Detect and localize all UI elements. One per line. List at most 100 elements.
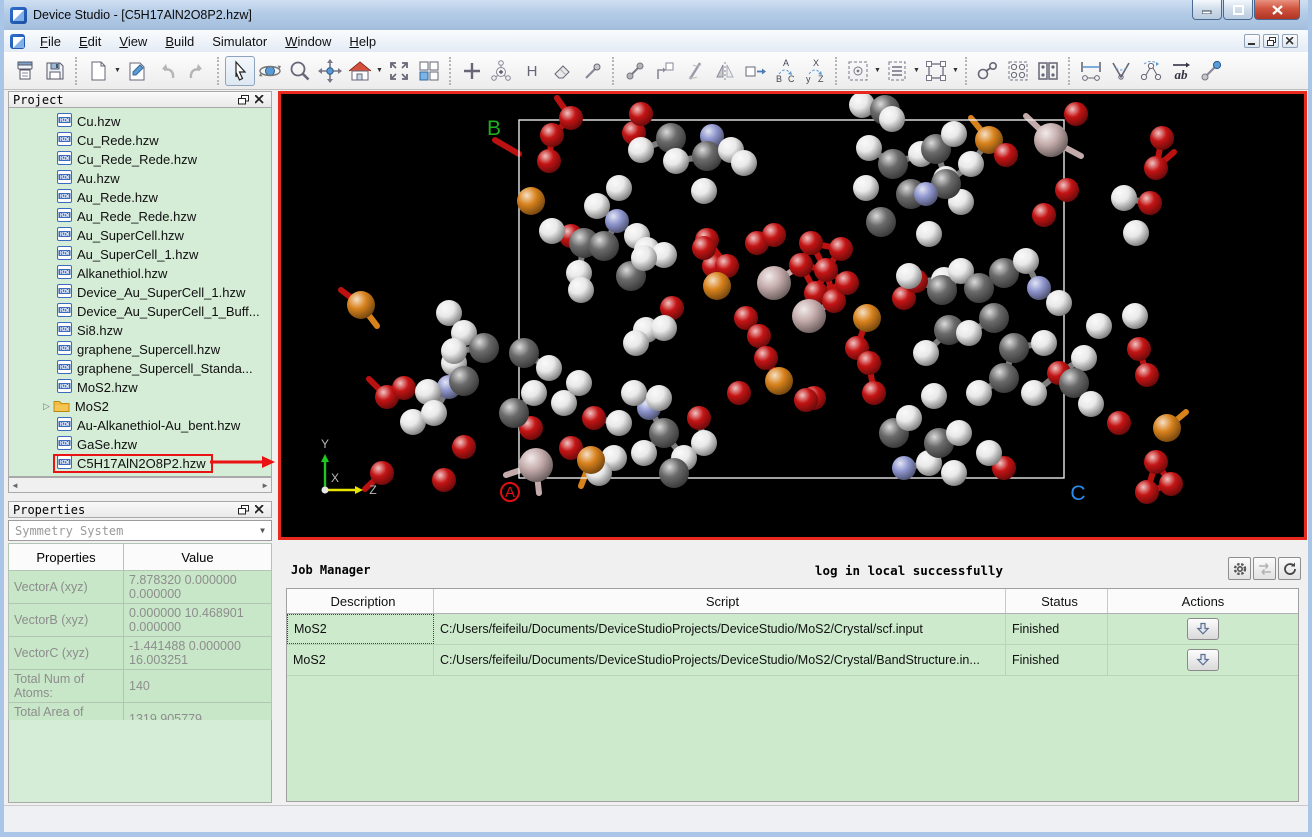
select-atoms-dropdown-icon[interactable]: ▼: [873, 56, 882, 86]
login-status-message: log in local successfully: [814, 563, 1004, 578]
measure-dihedral-icon[interactable]: [1136, 56, 1166, 86]
select-layers-icon[interactable]: [882, 56, 912, 86]
tree-item-au-rede-hzw[interactable]: HZW Au_Rede.hzw: [9, 188, 271, 207]
clean-geometry-icon[interactable]: [680, 56, 710, 86]
swap-axes-xyz-icon[interactable]: yZX: [800, 56, 830, 86]
tree-item-alkanethiol-hzw[interactable]: HZW Alkanethiol.hzw: [9, 264, 271, 283]
swap-lattice-abc-icon[interactable]: BCA: [770, 56, 800, 86]
home-dropdown-icon[interactable]: ▼: [375, 56, 384, 86]
tree-item-au-rede-rede-hzw[interactable]: HZW Au_Rede_Rede.hzw: [9, 207, 271, 226]
add-hydrogen-icon[interactable]: H: [517, 56, 547, 86]
build-supercell-icon[interactable]: [1003, 56, 1033, 86]
atom-H: [946, 420, 972, 446]
tree-item-mos2[interactable]: ▷ MoS2: [9, 397, 271, 416]
pan-view-icon[interactable]: [315, 56, 345, 86]
zoom-view-icon[interactable]: [285, 56, 315, 86]
add-fragment-icon[interactable]: [487, 56, 517, 86]
menu-view[interactable]: View: [110, 32, 156, 51]
download-button[interactable]: [1187, 649, 1219, 671]
minimize-button[interactable]: [1192, 0, 1222, 20]
move-cell-icon[interactable]: [740, 56, 770, 86]
tree-item-au-alkanethiol-au-bent-hzw[interactable]: HZW Au-Alkanethiol-Au_bent.hzw: [9, 416, 271, 435]
menu-window[interactable]: Window: [276, 32, 340, 51]
new-file-dropdown-icon[interactable]: ▼: [113, 56, 122, 86]
build-crystal-icon[interactable]: [1033, 56, 1063, 86]
build-bonds-icon[interactable]: [973, 56, 1003, 86]
measure-angle-icon[interactable]: [1106, 56, 1136, 86]
symmetry-system-select[interactable]: Symmetry System ▼: [8, 520, 272, 541]
scroll-right-icon[interactable]: ►: [261, 481, 269, 490]
select-atoms-icon[interactable]: [843, 56, 873, 86]
tree-item-si8-hzw[interactable]: HZW Si8.hzw: [9, 321, 271, 340]
measure-distance-icon[interactable]: [1076, 56, 1106, 86]
job-refresh-button[interactable]: [1278, 557, 1301, 580]
save-icon[interactable]: [40, 56, 70, 86]
tree-item-gase-hzw[interactable]: HZW GaSe.hzw: [9, 435, 271, 454]
eraser-icon[interactable]: [547, 56, 577, 86]
mdi-restore-button[interactable]: [1263, 34, 1279, 48]
structure-viewport[interactable]: B C A Y Z X: [278, 91, 1307, 540]
select-cursor-icon[interactable]: [225, 55, 255, 86]
tree-item-graphene-supercell-standa-[interactable]: HZW graphene_Supercell_Standa...: [9, 359, 271, 378]
tree-item-au-supercell-1-hzw[interactable]: HZW Au_SuperCell_1.hzw: [9, 245, 271, 264]
project-tree[interactable]: HZW Cu.hzw HZW Cu_Rede.hzw HZW Cu_Rede_Rede.h…: [8, 108, 272, 477]
tree-item-mos2-hzw[interactable]: HZW MoS2.hzw: [9, 378, 271, 397]
tree-item-cu-rede-rede-hzw[interactable]: HZW Cu_Rede_Rede.hzw: [9, 150, 271, 169]
float-panel-icon[interactable]: [235, 93, 251, 107]
menu-build[interactable]: Build: [156, 32, 203, 51]
menu-edit[interactable]: Edit: [70, 32, 110, 51]
bond-tool-icon[interactable]: [577, 56, 607, 86]
printer-icon[interactable]: [10, 56, 40, 86]
close-panel-icon[interactable]: [251, 503, 267, 517]
float-panel-icon[interactable]: [235, 503, 251, 517]
undo-icon[interactable]: [152, 56, 182, 86]
fit-view-icon[interactable]: [384, 56, 414, 86]
add-atom-icon[interactable]: [457, 56, 487, 86]
property-row[interactable]: VectorC (xyz) -1.441488 0.000000 16.00325…: [8, 636, 272, 670]
menu-help[interactable]: Help: [340, 32, 385, 51]
redo-icon[interactable]: [182, 56, 212, 86]
home-view-icon[interactable]: [345, 56, 375, 86]
download-button[interactable]: [1187, 618, 1219, 640]
job-settings-button[interactable]: [1228, 557, 1251, 580]
tree-item-au-supercell-hzw[interactable]: HZW Au_SuperCell.hzw: [9, 226, 271, 245]
new-file-icon[interactable]: [83, 56, 113, 86]
job-row[interactable]: MoS2 C:/Users/feifeilu/Documents/DeviceSt…: [287, 614, 1298, 645]
bond-stick-icon[interactable]: [620, 56, 650, 86]
select-cell-dropdown-icon[interactable]: ▼: [951, 56, 960, 86]
scroll-left-icon[interactable]: ◄: [11, 481, 19, 490]
menu-simulator[interactable]: Simulator: [203, 32, 276, 51]
property-row[interactable]: VectorA (xyz) 7.878320 0.000000 0.000000: [8, 570, 272, 604]
export-icon[interactable]: [122, 56, 152, 86]
tree-item-au-hzw[interactable]: HZW Au.hzw: [9, 169, 271, 188]
bond-length-icon[interactable]: [1196, 56, 1226, 86]
attach-square-icon[interactable]: [650, 56, 680, 86]
menu-file[interactable]: File: [31, 32, 70, 51]
tree-item-graphene-supercell-hzw[interactable]: HZW graphene_Supercell.hzw: [9, 340, 271, 359]
tree-item-cu-hzw[interactable]: HZW Cu.hzw: [9, 112, 271, 131]
rotate-view-icon[interactable]: [255, 56, 285, 86]
tree-item-device-au-supercell-1-hzw[interactable]: HZW Device_Au_SuperCell_1.hzw: [9, 283, 271, 302]
atom-O: [370, 461, 394, 485]
mdi-minimize-button[interactable]: [1244, 34, 1260, 48]
job-row[interactable]: MoS2 C:/Users/feifeilu/Documents/DeviceSt…: [287, 645, 1298, 676]
mdi-close-button[interactable]: [1282, 34, 1298, 48]
expand-arrow-icon[interactable]: ▷: [43, 401, 50, 412]
close-button[interactable]: [1254, 0, 1300, 20]
tree-item-device-au-supercell-1-buff-[interactable]: HZW Device_Au_SuperCell_1_Buff...: [9, 302, 271, 321]
tile-windows-icon[interactable]: [414, 56, 444, 86]
properties-panel-empty-area: [8, 720, 272, 803]
project-tree-horizontal-scrollbar[interactable]: ◄ ►: [8, 477, 272, 493]
vector-ab-icon[interactable]: ab: [1166, 56, 1196, 86]
tree-item-cu-rede-hzw[interactable]: HZW Cu_Rede.hzw: [9, 131, 271, 150]
mirror-icon[interactable]: [710, 56, 740, 86]
property-row[interactable]: Total Num of Atoms: 140: [8, 669, 272, 703]
select-cell-icon[interactable]: [921, 56, 951, 86]
select-layers-dropdown-icon[interactable]: ▼: [912, 56, 921, 86]
close-panel-icon[interactable]: [251, 93, 267, 107]
tree-item-label: GaSe.hzw: [77, 437, 137, 452]
maximize-button[interactable]: [1223, 0, 1253, 20]
property-row[interactable]: VectorB (xyz) 0.000000 10.468901 0.000000: [8, 603, 272, 637]
document-icon[interactable]: [10, 33, 25, 49]
job-transfer-button[interactable]: [1253, 557, 1276, 580]
